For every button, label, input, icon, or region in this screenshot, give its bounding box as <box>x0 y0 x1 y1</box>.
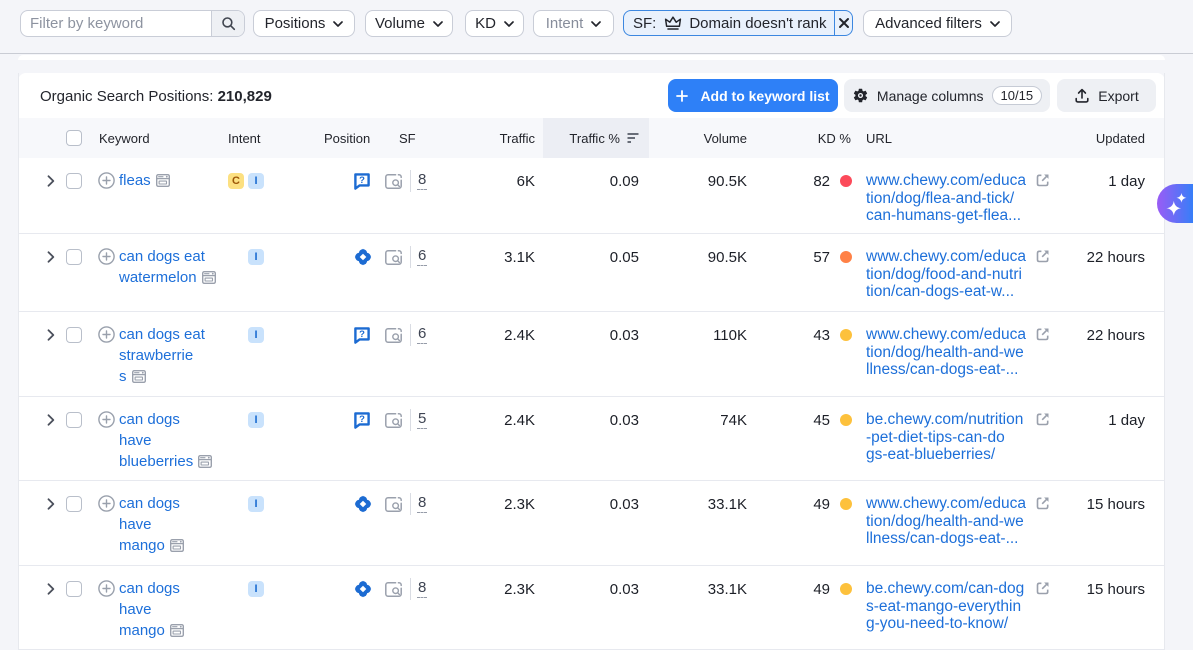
svg-text:?: ? <box>359 175 365 186</box>
svg-text:?: ? <box>359 329 365 340</box>
svg-text:?: ? <box>359 414 365 425</box>
